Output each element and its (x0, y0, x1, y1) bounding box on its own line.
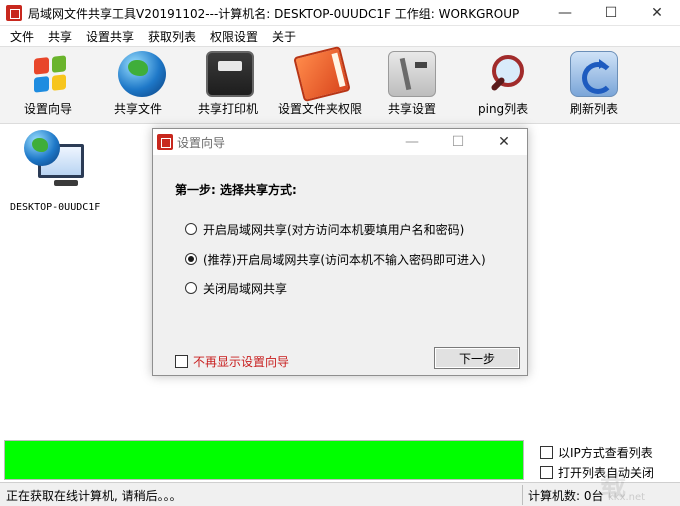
share-settings-button[interactable]: 共享设置 (382, 49, 446, 121)
watermark-url: kkx.net (608, 492, 646, 503)
dialog-maximize-button[interactable]: ☐ (435, 129, 481, 155)
dialog-minimize-button[interactable]: — (389, 129, 435, 155)
refresh-list-button[interactable]: 刷新列表 (564, 49, 628, 121)
computer-name: DESKTOP-0UUDC1F (10, 202, 101, 213)
ip-view-checkbox[interactable] (540, 446, 553, 459)
ip-view-label: 以IP方式查看列表 (558, 446, 653, 460)
toolbar: 设置向导 共享文件 共享打印机 设置文件夹权限 共享设置 ping列表 刷新列表 (0, 45, 680, 124)
menu-share[interactable]: 共享 (48, 28, 72, 45)
dialog-title: 设置向导 (177, 136, 226, 150)
menu-bar: 文件 共享 设置共享 获取列表 权限设置 关于 (0, 26, 680, 46)
dialog-title-bar: 设置向导 — ☐ ✕ (153, 129, 527, 155)
ping-list-label: ping列表 (478, 102, 529, 116)
step-title: 第一步: 选择共享方式: (175, 183, 297, 197)
auto-close-option[interactable]: 打开列表自动关闭 (540, 464, 654, 481)
refresh-icon (570, 51, 618, 97)
ip-view-option[interactable]: 以IP方式查看列表 (540, 444, 653, 461)
option-share-with-password-label: 开启局域网共享(对方访问本机要填用户名和密码) (203, 222, 465, 237)
computer-count: 计算机数: 0台 (528, 489, 604, 503)
setup-wizard-label: 设置向导 (24, 102, 73, 116)
option-disable-share[interactable]: 关闭局域网共享 (185, 280, 287, 296)
menu-about[interactable]: 关于 (272, 28, 296, 45)
option-disable-share-label: 关闭局域网共享 (203, 281, 288, 296)
next-step-button[interactable]: 下一步 (434, 347, 520, 369)
dont-show-wizard-option[interactable]: 不再显示设置向导 (175, 353, 289, 370)
dont-show-wizard-label: 不再显示设置向导 (193, 355, 290, 369)
folder-permissions-button[interactable]: 设置文件夹权限 (276, 45, 368, 121)
tools-icon (388, 51, 436, 97)
book-icon (293, 45, 351, 103)
computer-item[interactable]: DESKTOP-0UUDC1F (10, 128, 106, 224)
share-printer-button[interactable]: 共享打印机 (196, 49, 268, 121)
option-share-no-password[interactable]: (推荐)开启局域网共享(访问本机不输入密码即可进入) (185, 251, 486, 267)
radio-disable-share[interactable] (185, 282, 197, 294)
radio-share-no-password[interactable] (185, 253, 197, 265)
status-message: 正在获取在线计算机, 请稍后。。。 (6, 489, 182, 503)
dialog-app-icon (157, 134, 173, 150)
folder-permissions-label: 设置文件夹权限 (278, 102, 363, 116)
refresh-list-label: 刷新列表 (570, 102, 619, 116)
dialog-close-button[interactable]: ✕ (481, 129, 527, 155)
ping-list-button[interactable]: ping列表 (474, 49, 538, 121)
radio-share-with-password[interactable] (185, 223, 197, 235)
menu-file[interactable]: 文件 (10, 28, 34, 45)
option-share-no-password-label: (推荐)开启局域网共享(访问本机不输入密码即可进入) (203, 252, 486, 267)
share-printer-label: 共享打印机 (198, 102, 259, 116)
app-logo-icon (6, 5, 22, 21)
maximize-button[interactable]: ☐ (588, 0, 634, 26)
windows-logo-icon (26, 48, 74, 99)
network-computer-icon (24, 130, 86, 186)
option-share-with-password[interactable]: 开启局域网共享(对方访问本机要填用户名和密码) (185, 221, 464, 237)
dont-show-wizard-checkbox[interactable] (175, 355, 188, 368)
setup-wizard-dialog: 设置向导 — ☐ ✕ 第一步: 选择共享方式: 开启局域网共享(对方访问本机要填… (152, 128, 528, 376)
magnifier-icon (482, 51, 530, 97)
menu-permissions[interactable]: 权限设置 (210, 28, 258, 45)
window-title: 局域网文件共享工具V20191102---计算机名: DESKTOP-0UUDC… (28, 7, 520, 21)
menu-set-share[interactable]: 设置共享 (86, 28, 134, 45)
globe-icon (118, 51, 166, 97)
menu-get-list[interactable]: 获取列表 (148, 28, 196, 45)
title-bar: 局域网文件共享工具V20191102---计算机名: DESKTOP-0UUDC… (0, 0, 680, 26)
share-settings-label: 共享设置 (388, 102, 437, 116)
progress-fill (5, 441, 523, 479)
auto-close-checkbox[interactable] (540, 466, 553, 479)
share-files-button[interactable]: 共享文件 (108, 49, 172, 121)
minimize-button[interactable]: — (542, 0, 588, 26)
setup-wizard-button[interactable]: 设置向导 (18, 49, 82, 121)
progress-bar (4, 440, 524, 480)
status-bar: 正在获取在线计算机, 请稍后。。。 计算机数: 0台 (0, 482, 680, 506)
share-files-label: 共享文件 (114, 102, 163, 116)
close-button[interactable]: ✕ (634, 0, 680, 26)
status-separator (522, 485, 523, 505)
printer-icon (206, 51, 254, 97)
